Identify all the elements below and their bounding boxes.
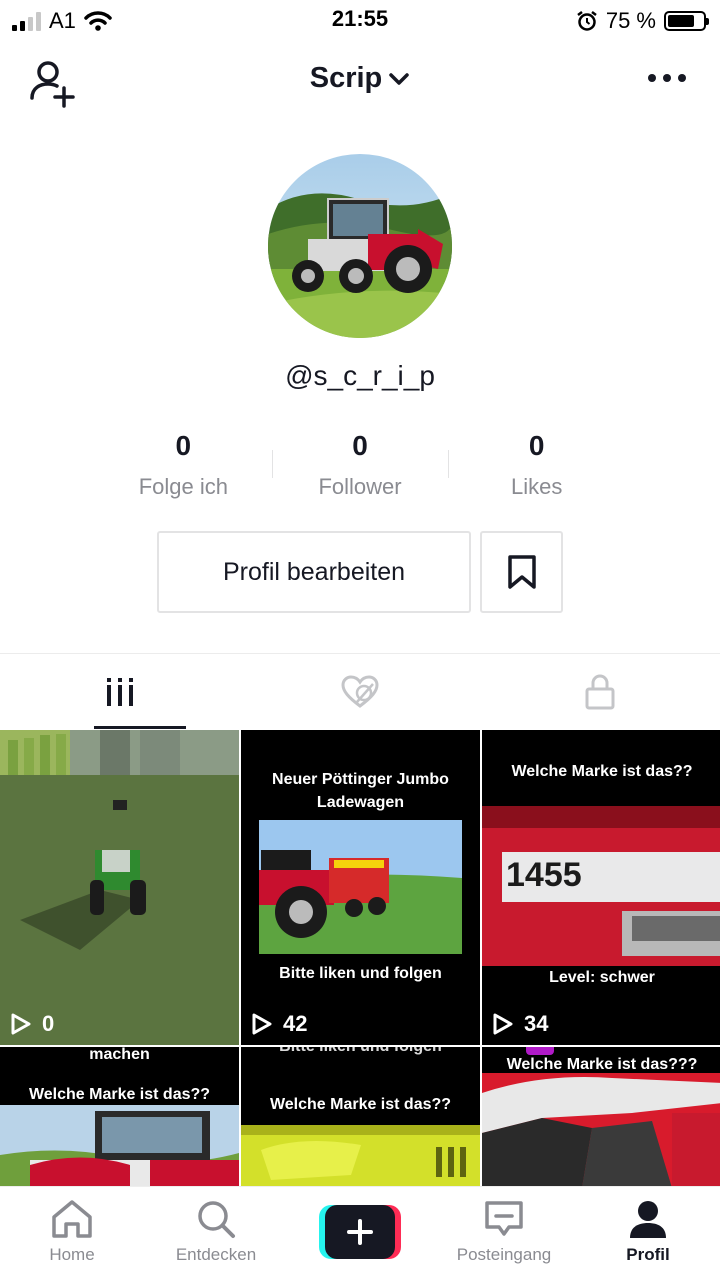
- video-caption: Bitte liken und folgen: [279, 965, 442, 982]
- view-count: 0: [10, 1011, 54, 1037]
- stat-label: Likes: [511, 474, 563, 499]
- video-caption: Ladewagen: [316, 794, 405, 811]
- video-grid: 0 Neuer Pöttinger Jumbo Ladewagen Bitte …: [0, 730, 720, 1186]
- battery-percentage: 75 %: [605, 8, 656, 33]
- grid-bars-icon: [107, 677, 133, 706]
- view-count: 34: [492, 1011, 548, 1037]
- nav-home[interactable]: Home: [0, 1187, 144, 1280]
- chevron-down-icon: [389, 72, 410, 85]
- video-thumbnail[interactable]: Welche Marke ist das???: [482, 1047, 720, 1186]
- nav-label: Posteingang: [456, 1245, 552, 1264]
- video-caption: machen: [89, 1047, 150, 1063]
- avatar[interactable]: [268, 154, 452, 338]
- stat-label: Folge ich: [138, 474, 228, 499]
- status-bar: A1 21:55 75 %: [0, 0, 720, 40]
- video-caption: Bitte liken und folgen: [241, 1047, 480, 1058]
- edit-profile-button[interactable]: Profil bearbeiten: [157, 531, 471, 613]
- video-thumbnail[interactable]: machen Welche Marke ist das??: [0, 1047, 239, 1186]
- view-count: 42: [251, 1011, 307, 1037]
- nav-label: Home: [49, 1245, 95, 1264]
- video-caption: Welche Marke ist das??: [269, 1096, 452, 1113]
- stat-value: 0: [528, 430, 545, 461]
- profile-stats: 0 Folge ich 0 Follower 0 Likes: [95, 430, 625, 510]
- thumbnail-image: [0, 730, 239, 1045]
- nav-discover[interactable]: Entdecken: [144, 1187, 288, 1280]
- play-icon: [11, 1013, 31, 1035]
- account-switcher[interactable]: Scrip: [0, 62, 720, 95]
- username: @s_c_r_i_p: [285, 360, 435, 391]
- profile-tabs: [0, 653, 720, 729]
- play-icon: [252, 1013, 272, 1035]
- home-icon: [52, 1200, 92, 1238]
- search-icon: [198, 1201, 235, 1238]
- bookmarks-button[interactable]: [480, 531, 563, 613]
- battery-icon: [664, 11, 709, 31]
- thumbnail-image: [0, 1105, 239, 1186]
- more-options-button[interactable]: [648, 74, 686, 82]
- profile-icon: [630, 1201, 666, 1238]
- bookmark-icon: [507, 555, 536, 589]
- tab-private[interactable]: [480, 654, 720, 729]
- more-dots-icon: [648, 74, 656, 82]
- tab-videos[interactable]: [0, 654, 240, 729]
- stat-value: 0: [352, 430, 368, 461]
- profile-header: Scrip: [0, 50, 720, 114]
- stat-likes[interactable]: 0 Likes: [448, 430, 625, 510]
- video-caption: Neuer Pöttinger Jumbo: [272, 771, 449, 788]
- video-caption: Welche Marke ist das??: [28, 1086, 211, 1103]
- lock-icon: [585, 674, 615, 709]
- play-icon: [493, 1013, 513, 1035]
- alarm-icon: [577, 11, 597, 31]
- video-thumbnail[interactable]: Welche Marke ist das?? 1455 Level: schwe…: [482, 730, 720, 1045]
- nav-label: Profil: [626, 1245, 670, 1264]
- nav-inbox[interactable]: Posteingang: [432, 1187, 576, 1280]
- video-thumbnail[interactable]: Neuer Pöttinger Jumbo Ladewagen Bitte li…: [241, 730, 480, 1045]
- nav-create[interactable]: [288, 1187, 432, 1280]
- stat-followers[interactable]: 0 Follower: [271, 430, 449, 510]
- nav-label: Entdecken: [175, 1245, 257, 1264]
- video-thumbnail[interactable]: Bitte liken und folgen Welche Marke ist …: [241, 1047, 480, 1186]
- stat-following[interactable]: 0 Folge ich: [95, 430, 272, 510]
- stat-label: Follower: [318, 474, 402, 499]
- bottom-navigation: Home Entdecken Posteingang Profil: [0, 1186, 720, 1280]
- page-title: Scrip: [309, 62, 383, 94]
- thumbnail-image: [482, 1073, 720, 1186]
- hidden-heart-icon: [341, 674, 379, 708]
- video-caption: Level: schwer: [549, 969, 655, 986]
- plus-icon: [347, 1219, 373, 1245]
- stat-value: 0: [175, 430, 192, 461]
- create-button[interactable]: [319, 1205, 401, 1259]
- tab-liked[interactable]: [240, 654, 480, 729]
- thumbnail-text: 1455: [506, 856, 582, 894]
- thumbnail-image: [259, 820, 462, 954]
- video-caption: Welche Marke ist das??: [511, 763, 693, 780]
- video-thumbnail[interactable]: 0: [0, 730, 239, 1045]
- nav-profile[interactable]: Profil: [576, 1187, 720, 1280]
- inbox-icon: [485, 1201, 523, 1236]
- thumbnail-image: [241, 1125, 480, 1186]
